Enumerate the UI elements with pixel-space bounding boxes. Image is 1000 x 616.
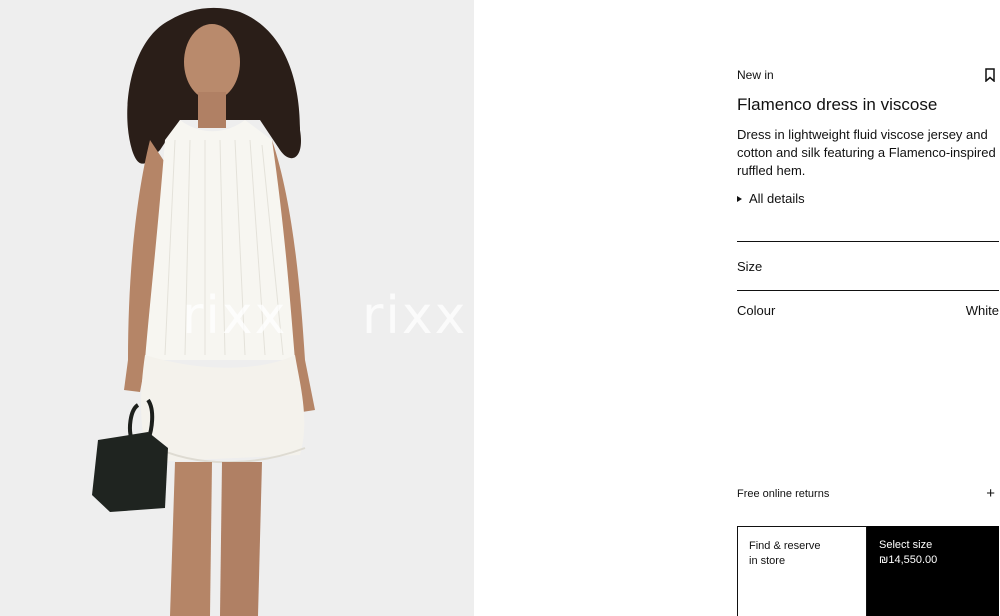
triangle-right-icon: [737, 195, 742, 202]
new-in-label: New in: [737, 68, 774, 82]
purchase-actions: Find & reserve in store Select size ₪14,…: [737, 526, 999, 616]
free-returns-label: Free online returns: [737, 487, 830, 500]
find-reserve-store-button[interactable]: Find & reserve in store: [737, 526, 867, 616]
product-details-panel: New in Flamenco dress in viscose Dress i…: [737, 0, 999, 616]
select-size-label: Select size: [879, 539, 933, 551]
watermark-text: rixx: [182, 286, 288, 346]
size-selector[interactable]: Size: [737, 242, 999, 290]
all-details-toggle[interactable]: All details: [737, 191, 805, 206]
size-label: Size: [737, 258, 763, 274]
product-price: ₪14,550.00: [879, 554, 938, 566]
find-store-line1: Find & reserve: [749, 540, 821, 552]
colour-value: White: [965, 303, 999, 318]
free-returns-accordion[interactable]: Free online returns +: [737, 486, 999, 501]
bookmark-icon[interactable]: [985, 68, 995, 83]
colour-label: Colour: [737, 303, 776, 318]
product-description: Dress in lightweight fluid viscose jerse…: [737, 127, 996, 178]
watermark-text: rixx: [362, 286, 468, 346]
select-size-button[interactable]: Select size ₪14,550.00: [867, 526, 999, 616]
colour-row: Colour White: [737, 303, 999, 318]
plus-icon: +: [986, 485, 995, 502]
divider: [737, 290, 999, 291]
product-image[interactable]: rixx rixx: [0, 0, 474, 616]
find-store-line2: in store: [749, 555, 786, 567]
all-details-label: All details: [749, 191, 805, 206]
product-title: Flamenco dress in viscose: [737, 95, 938, 114]
